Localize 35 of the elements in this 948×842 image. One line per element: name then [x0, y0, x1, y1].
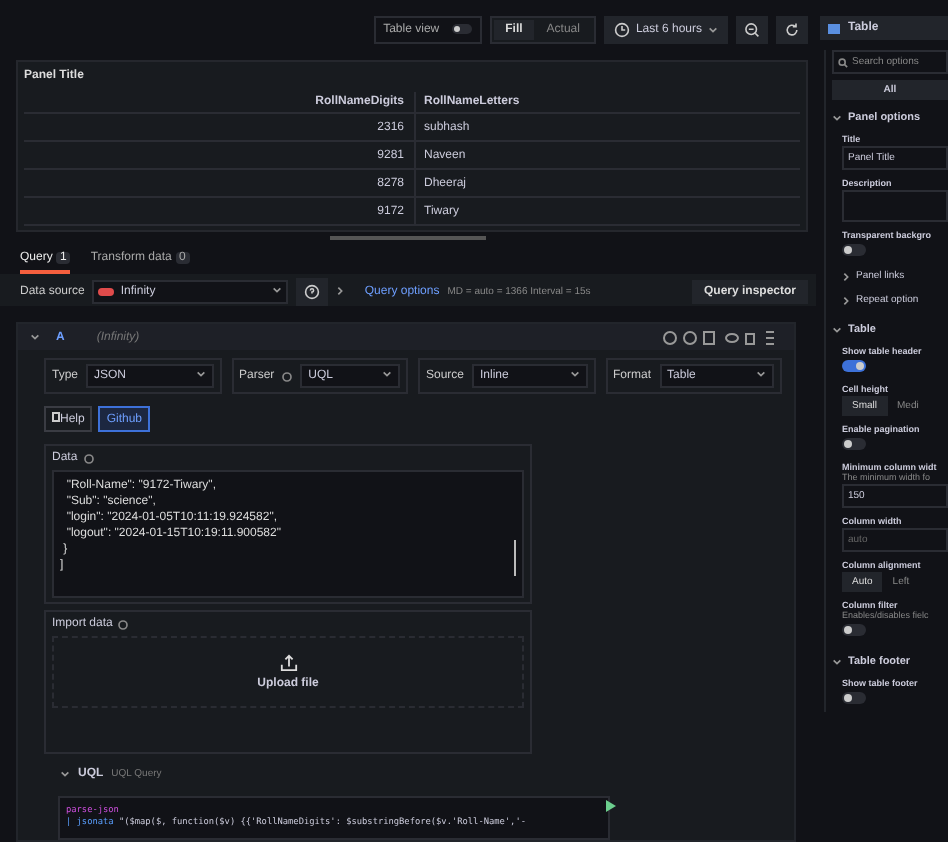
- upload-icon: [279, 654, 297, 672]
- chevron-down-icon: [569, 370, 579, 378]
- chevron-down-icon[interactable]: [832, 114, 842, 122]
- help-icon: [304, 284, 321, 300]
- help-button[interactable]: [296, 278, 329, 306]
- info-icon[interactable]: [118, 619, 129, 629]
- chevron-down-icon: [708, 25, 718, 33]
- toggle-switch[interactable]: [842, 438, 866, 450]
- chevron-right-icon[interactable]: [842, 271, 850, 281]
- chevron-down-icon[interactable]: [832, 326, 842, 334]
- toggle-switch[interactable]: [842, 692, 866, 704]
- toggle-switch[interactable]: [842, 244, 866, 256]
- collapse-chevron-icon[interactable]: [30, 332, 40, 342]
- document-icon: [52, 412, 60, 422]
- clock-icon: [613, 21, 630, 37]
- refresh-button[interactable]: [776, 15, 808, 43]
- search-icon: [838, 57, 848, 67]
- zoom-out-button[interactable]: [736, 15, 768, 43]
- chevron-right-icon[interactable]: [842, 295, 850, 305]
- chevron-down-icon[interactable]: [832, 658, 842, 666]
- chevron-down-icon: [756, 370, 766, 378]
- toggle-switch[interactable]: [842, 624, 866, 636]
- chevron-down-icon[interactable]: [60, 770, 70, 778]
- toggle-switch[interactable]: [842, 360, 866, 372]
- info-icon[interactable]: [83, 453, 94, 463]
- chevron-down-icon: [195, 370, 205, 378]
- chevron-down-icon: [272, 286, 283, 294]
- info-icon[interactable]: [282, 371, 293, 381]
- chevron-right-icon[interactable]: [336, 285, 345, 295]
- refresh-icon: [784, 21, 800, 37]
- zoom-out-icon: [744, 21, 760, 37]
- infinity-icon: [98, 288, 115, 296]
- run-icon[interactable]: [606, 800, 616, 812]
- chevron-down-icon: [382, 370, 392, 378]
- table-icon: [828, 23, 840, 33]
